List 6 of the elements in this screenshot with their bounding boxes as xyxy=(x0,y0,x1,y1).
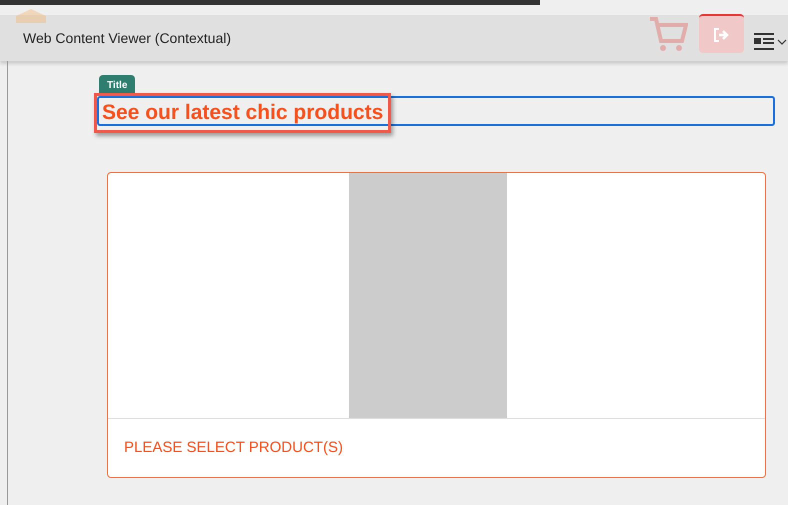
exit-icon xyxy=(714,28,730,42)
layout-menu-icon[interactable] xyxy=(754,33,788,51)
logout-button[interactable] xyxy=(699,14,744,53)
title-text[interactable]: See our latest chic products xyxy=(102,97,384,129)
select-products-message: PLEASE SELECT PRODUCT(S) xyxy=(124,438,343,458)
window-title: Web Content Viewer (Contextual) xyxy=(23,28,232,48)
